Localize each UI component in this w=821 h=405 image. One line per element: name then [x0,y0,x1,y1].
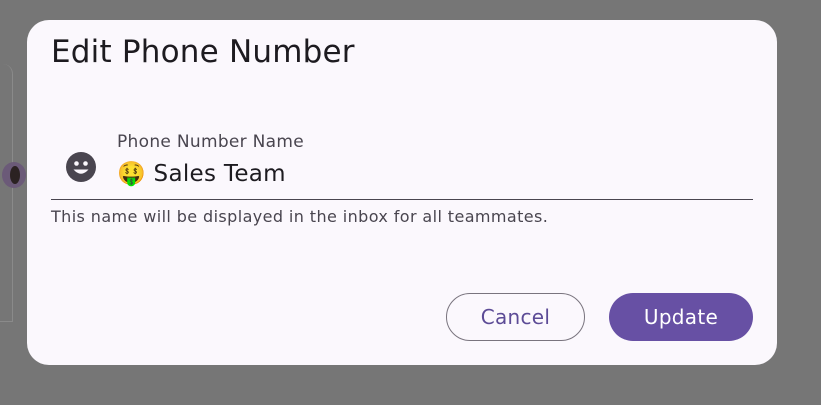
background-panel [0,64,13,322]
phone-number-name-input[interactable]: 🤑 Sales Team [117,160,286,187]
field-label: Phone Number Name [117,132,305,152]
cancel-button[interactable]: Cancel [446,293,585,341]
phone-number-name-field[interactable]: Phone Number Name 🤑 Sales Team [51,130,753,202]
emoji-picker-icon[interactable] [65,151,97,183]
dialog-title: Edit Phone Number [51,34,355,70]
edit-phone-number-dialog: Edit Phone Number Phone Number Name 🤑 Sa… [27,20,777,365]
helper-text: This name will be displayed in the inbox… [51,207,549,226]
update-button[interactable]: Update [609,293,753,341]
field-underline [51,199,753,200]
background-avatar [2,162,26,188]
